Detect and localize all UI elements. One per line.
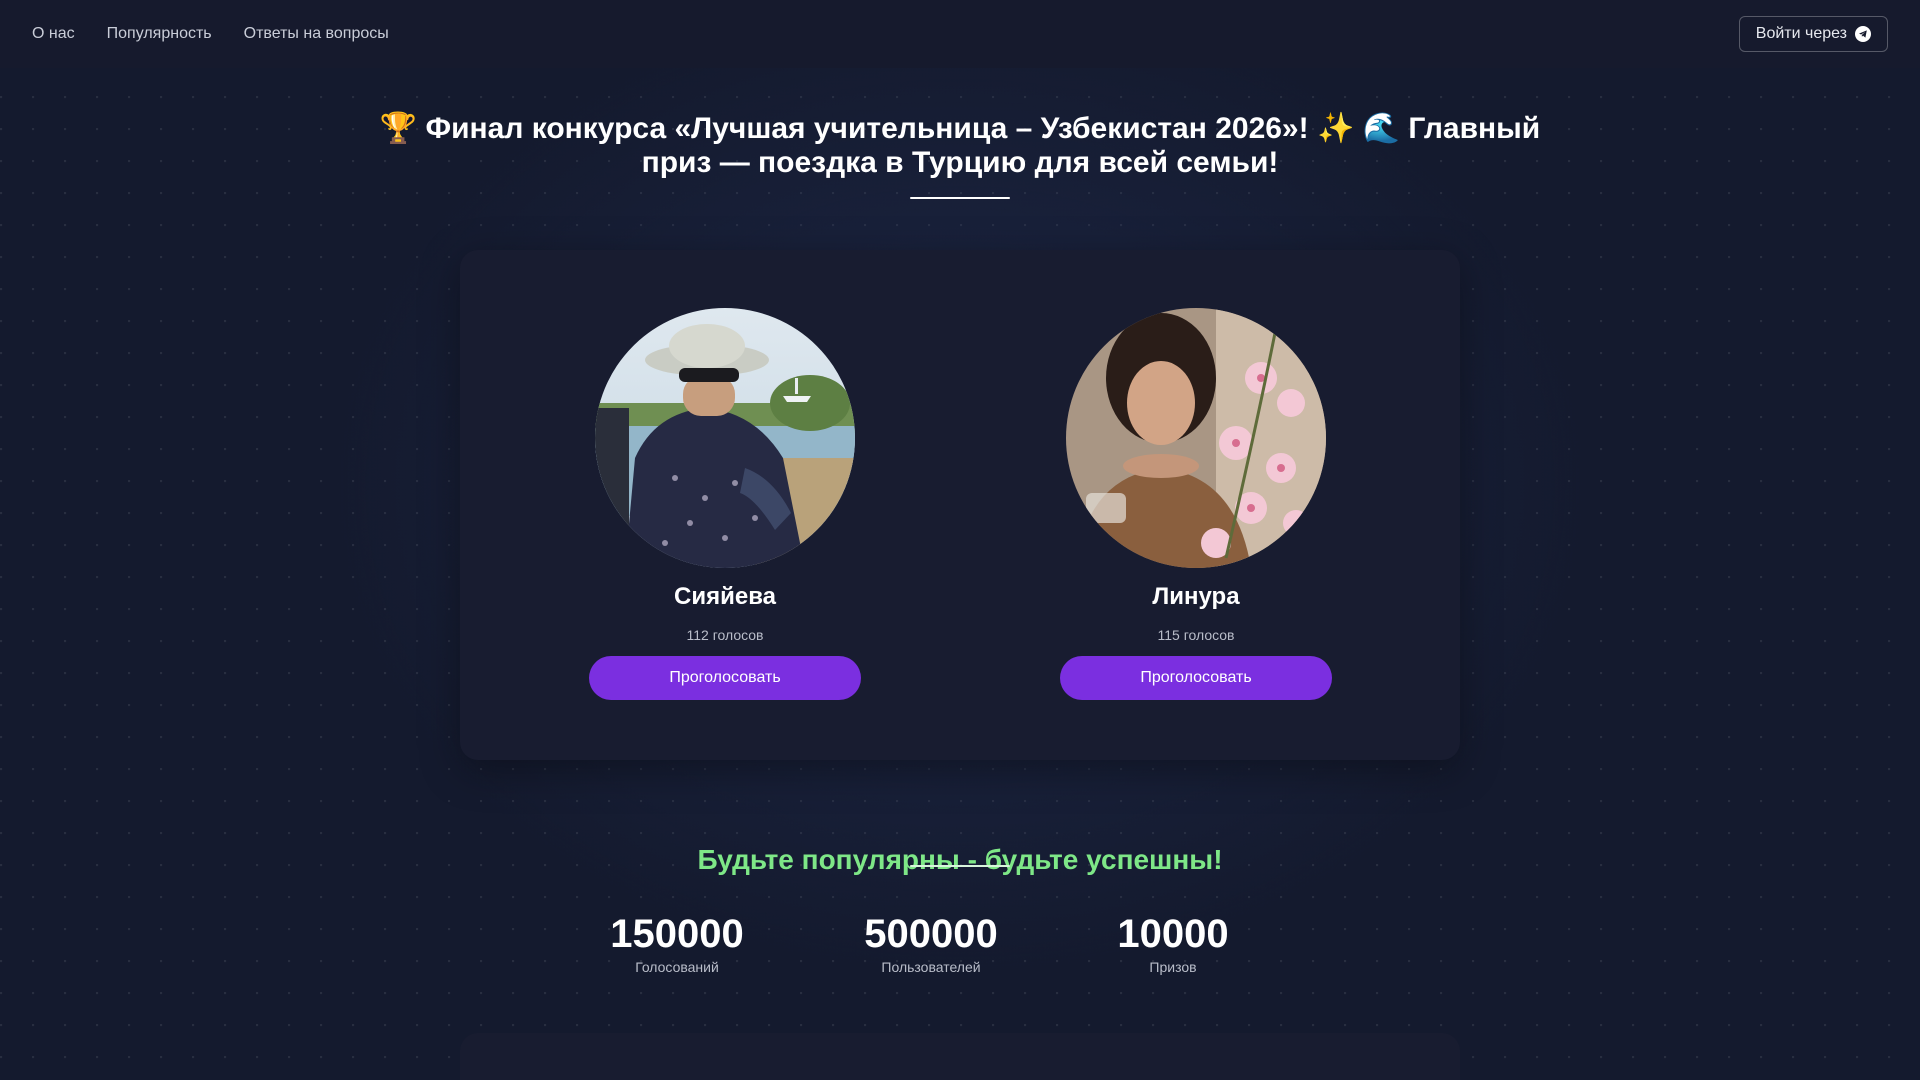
candidates-card: Сияйева 112 голосов Проголосовать Линура… — [460, 250, 1460, 760]
candidate-photo[interactable] — [1066, 308, 1326, 568]
telegram-icon — [1855, 26, 1871, 42]
nav-link-popularity[interactable]: Популярность — [107, 25, 212, 43]
top-navbar: О нас Популярность Ответы на вопросы Вой… — [0, 0, 1920, 68]
stat-value: 10000 — [1117, 912, 1229, 956]
stat-label: Призов — [1149, 959, 1197, 975]
tagline-underline — [910, 865, 1010, 867]
stat-value: 500000 — [864, 912, 998, 956]
stat-prizes: 10000 Призов — [1063, 910, 1283, 976]
stats-section: 150000 Голосований 500000 Пользователей … — [560, 910, 1360, 1000]
candidate-votes: 115 голосов — [1157, 627, 1235, 643]
headline-underline — [910, 197, 1010, 199]
stat-label: Голосований — [635, 959, 719, 975]
candidate-name: Сияйева — [674, 583, 776, 610]
stat-label: Пользователей — [881, 959, 981, 975]
contest-headline: 🏆 Финал конкурса «Лучшая учительница – У… — [379, 112, 1541, 179]
nav-link-faq[interactable]: Ответы на вопросы — [244, 25, 389, 43]
nav-link-about[interactable]: О нас — [32, 25, 75, 43]
login-telegram-button[interactable]: Войти через — [1738, 16, 1888, 52]
vote-button[interactable]: Проголосовать — [589, 656, 861, 700]
stat-value: 150000 — [610, 912, 744, 956]
candidate-photo[interactable] — [595, 308, 855, 568]
vote-button[interactable]: Проголосовать — [1060, 656, 1332, 700]
candidate-votes: 112 голосов — [686, 627, 764, 643]
nav-links: О нас Популярность Ответы на вопросы — [32, 25, 389, 43]
candidate-card: Линура 115 голосов Проголосовать — [1060, 308, 1332, 700]
stat-votes: 150000 Голосований — [567, 910, 787, 976]
stat-users: 500000 Пользователей — [821, 910, 1041, 976]
candidate-name: Линура — [1152, 583, 1240, 610]
candidate-card: Сияйева 112 голосов Проголосовать — [589, 308, 861, 700]
tagline: Будьте популярны - будьте успешны! — [697, 844, 1223, 876]
login-button-label: Войти через — [1755, 25, 1847, 42]
next-section-card — [460, 1033, 1460, 1080]
